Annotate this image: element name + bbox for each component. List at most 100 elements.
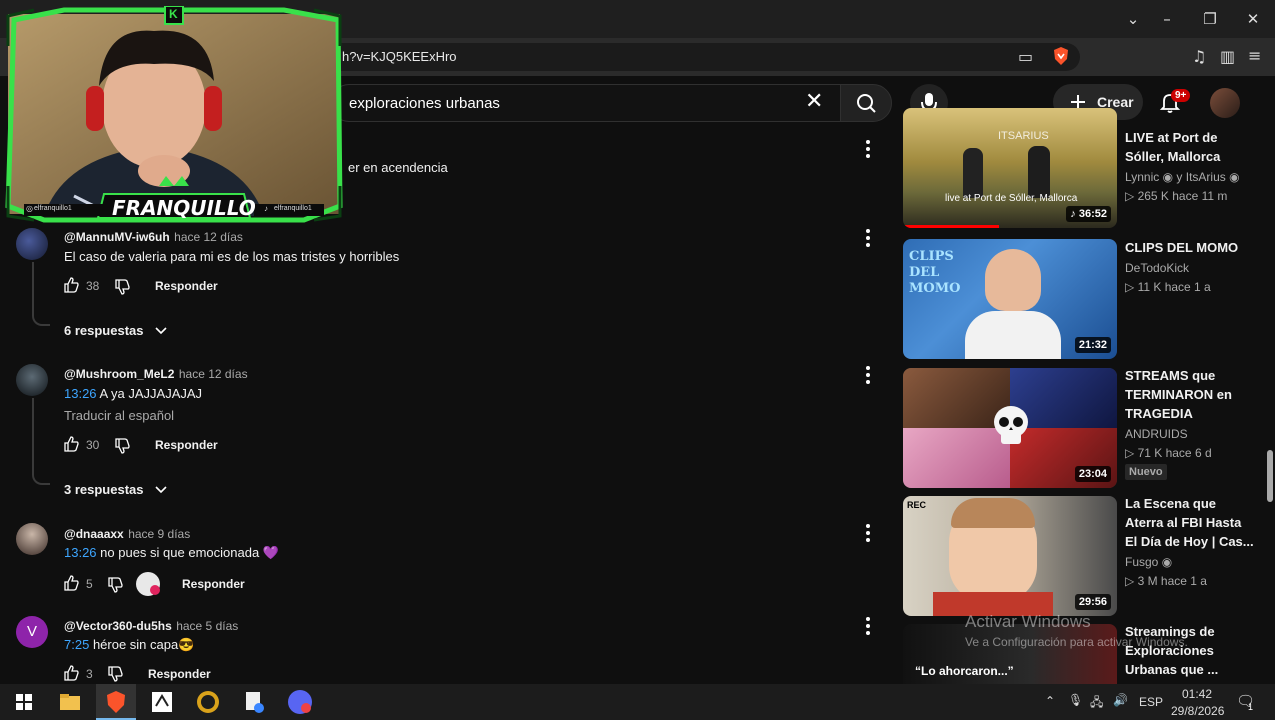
like-icon[interactable] (63, 277, 79, 293)
video-meta: ▷ 11 K hace 1 a (1125, 280, 1211, 294)
input-language[interactable]: ESP (1139, 695, 1163, 709)
account-avatar[interactable] (1210, 88, 1240, 118)
avatar[interactable] (16, 523, 48, 555)
reply-button[interactable]: Responder (155, 279, 218, 293)
snipping-tool-icon[interactable] (148, 688, 176, 716)
tab-search-chevron-icon[interactable]: ⌄ (1122, 8, 1144, 30)
video-thumbnail[interactable]: 23:04 (903, 368, 1117, 488)
chevron-down-icon (155, 327, 167, 334)
address-bar[interactable]: h?v=KJQ5KEExHro (300, 43, 1080, 71)
comment-options-icon[interactable] (866, 524, 872, 545)
avatar[interactable]: V (16, 616, 48, 648)
thumbnail-text: ITSARIUS (998, 130, 1049, 142)
tray-overflow-chevron-icon[interactable]: ⌃ (1045, 694, 1055, 708)
webcam-logo-letter: K (169, 7, 178, 21)
like-icon[interactable] (63, 575, 79, 591)
dislike-icon[interactable] (114, 438, 130, 454)
obs-icon[interactable] (194, 688, 222, 716)
dislike-icon[interactable] (107, 577, 123, 593)
video-title[interactable]: LIVE at Port de Sóller, Mallorca (1125, 128, 1255, 166)
microphone-tray-icon[interactable]: 🎙 (1068, 693, 1083, 707)
video-title-line: El Día de Hoy | Cas... (1125, 534, 1254, 549)
cast-icon[interactable]: ▭ (1018, 47, 1033, 66)
comment-author[interactable]: @dnaaaxx (64, 527, 124, 541)
comment-header: @Mushroom_MeL2 hace 12 días (64, 365, 248, 383)
minimize-button[interactable]: – (1156, 8, 1178, 30)
search-input[interactable]: exploraciones urbanas (330, 84, 840, 122)
taskbar-active-app[interactable] (96, 684, 136, 720)
file-explorer-icon[interactable] (56, 688, 84, 716)
like-icon[interactable] (63, 436, 79, 452)
thumbnail-face (985, 249, 1041, 311)
like-count: 3 (86, 667, 93, 681)
menu-icon[interactable]: ≡ (1248, 46, 1261, 65)
comment-timestamp-link[interactable]: 7:25 (64, 637, 89, 652)
translate-link[interactable]: Traducir al español (64, 408, 174, 423)
comment-options-icon[interactable] (866, 366, 872, 387)
brave-shield-icon[interactable] (1052, 46, 1070, 66)
video-title[interactable]: CLIPS DEL MOMO (1125, 238, 1255, 257)
like-count: 38 (86, 279, 100, 293)
reply-button[interactable]: Responder (155, 438, 218, 452)
video-title-line: LIVE at Port de (1125, 130, 1218, 145)
page-scrollbar[interactable] (1264, 128, 1275, 684)
avatar[interactable] (16, 364, 48, 396)
restore-button[interactable]: ❐ (1199, 8, 1221, 30)
comment-time[interactable]: hace 12 días (174, 230, 243, 244)
view-replies-button[interactable]: 6 respuestas (64, 322, 168, 340)
music-note-icon[interactable]: ♫ (1192, 47, 1206, 66)
sidebar-toggle-icon[interactable]: ▥ (1220, 47, 1235, 66)
video-thumbnail[interactable]: CLIPS DEL MOMO 21:32 (903, 239, 1117, 359)
comment-time[interactable]: hace 9 días (128, 527, 190, 541)
discord-icon[interactable] (286, 688, 314, 716)
comment-options-icon[interactable] (866, 140, 872, 161)
document-app-icon[interactable] (240, 688, 268, 716)
close-button[interactable]: ✕ (1242, 8, 1264, 30)
avatar[interactable] (16, 228, 48, 260)
thread-line (32, 262, 34, 312)
chevron-down-icon (155, 486, 167, 493)
comment-time[interactable]: hace 5 días (176, 619, 238, 633)
video-duration: 29:56 (1074, 594, 1111, 610)
video-thumbnail[interactable]: “Lo ahorcaron...” (903, 624, 1117, 684)
video-channel[interactable]: DeTodoKick (1125, 261, 1189, 275)
reply-button[interactable]: Responder (148, 667, 211, 681)
thumbnail-caption: live at Port de Sóller, Mallorca (945, 193, 1078, 204)
windows-start-icon[interactable] (10, 688, 38, 716)
comment-time[interactable]: hace 12 días (179, 367, 248, 381)
replies-count: 3 respuestas (64, 482, 144, 497)
comment-author[interactable]: @Mushroom_MeL2 (64, 367, 174, 381)
comment-timestamp-link[interactable]: 13:26 (64, 545, 97, 560)
dislike-icon[interactable] (114, 279, 130, 295)
video-title[interactable]: La Escena que Aterra al FBI Hasta El Día… (1125, 494, 1255, 551)
clock-time[interactable]: 01:42 (1182, 687, 1212, 701)
dislike-icon[interactable] (107, 666, 123, 682)
volume-icon[interactable]: 🔊 (1113, 693, 1128, 707)
comment-timestamp-link[interactable]: 13:26 (64, 386, 97, 401)
scrollbar-thumb[interactable] (1267, 450, 1273, 502)
video-channel[interactable]: ANDRUIDS (1125, 427, 1188, 441)
network-icon[interactable]: 🖧 (1090, 693, 1103, 714)
view-replies-button[interactable]: 3 respuestas (64, 481, 168, 499)
video-thumbnail[interactable]: REC 29:56 (903, 496, 1117, 616)
like-icon[interactable] (63, 665, 79, 681)
comment-body: héroe sin capa😎 (92, 637, 195, 652)
comment-author[interactable]: @MannuMV-iw6uh (64, 230, 170, 244)
comment-header: @dnaaaxx hace 9 días (64, 525, 190, 543)
thumbnail-figure (963, 148, 983, 198)
search-button[interactable] (840, 84, 892, 122)
comment-author[interactable]: @Vector360-du5hs (64, 619, 172, 633)
comment-options-icon[interactable] (866, 229, 872, 250)
video-title-line: TRAGEDIA (1125, 406, 1193, 421)
clock-date[interactable]: 29/8/2026 (1171, 704, 1224, 718)
reply-button[interactable]: Responder (182, 577, 245, 591)
video-title[interactable]: Streamings de Exploraciones Urbanas que … (1125, 622, 1255, 679)
video-thumbnail[interactable]: ITSARIUS live at Port de Sóller, Mallorc… (903, 108, 1117, 228)
video-channel[interactable]: Lynnic ◉ y ItsArius ◉ (1125, 170, 1240, 184)
clear-search-icon[interactable]: ✕ (805, 91, 823, 113)
webcam-handle-left: elfranquillo1 (34, 205, 72, 212)
comment-body: no pues si que emocionada 💜 (100, 545, 279, 560)
video-title[interactable]: STREAMS que TERMINARON en TRAGEDIA (1125, 366, 1255, 423)
comment-options-icon[interactable] (866, 617, 872, 638)
video-channel[interactable]: Fusgo ◉ (1125, 555, 1172, 569)
